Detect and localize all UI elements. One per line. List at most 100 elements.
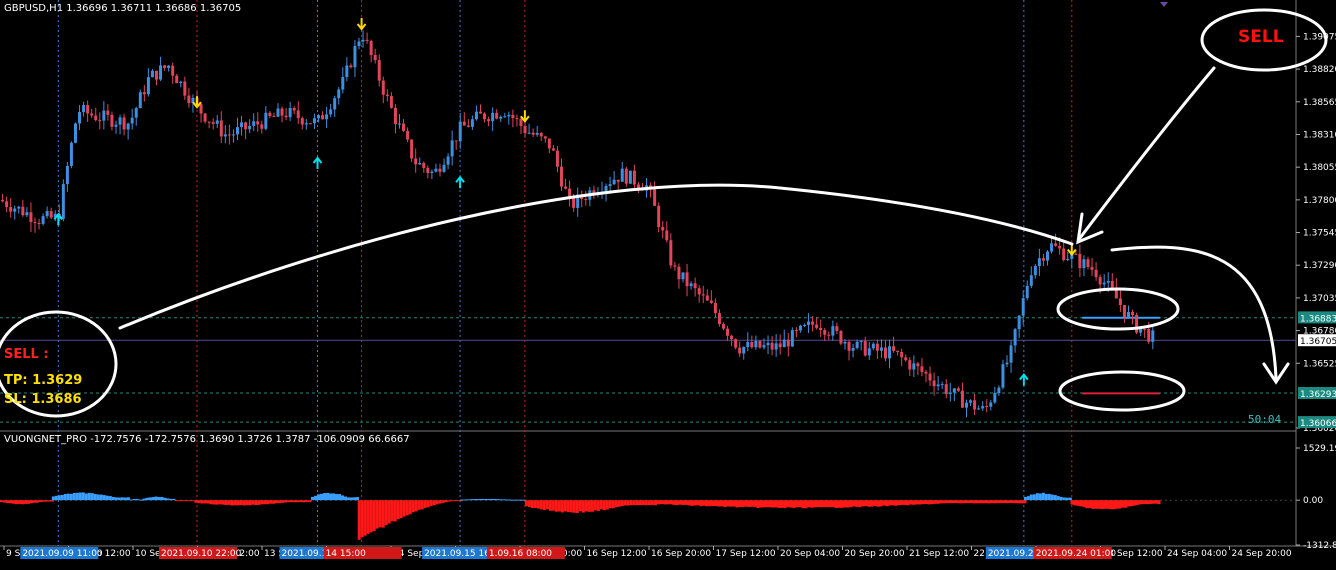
candle-body[interactable] [936,384,940,387]
candle-body[interactable] [65,165,69,185]
candle-body[interactable] [434,168,438,172]
candle-body[interactable] [211,122,215,124]
candle-body[interactable] [361,39,365,42]
candle-body[interactable] [904,357,908,361]
candle-body[interactable] [928,373,932,381]
candle-body[interactable] [871,343,875,349]
candle-body[interactable] [1090,267,1094,270]
candle-body[interactable] [568,188,572,198]
candle-body[interactable] [90,113,94,116]
candle-body[interactable] [1143,328,1147,330]
candle-body[interactable] [268,112,272,116]
candle-body[interactable] [551,148,555,151]
candle-body[interactable] [847,341,851,351]
candle-body[interactable] [1033,266,1037,276]
candle-body[interactable] [134,108,138,118]
candle-body[interactable] [770,342,774,350]
candle-body[interactable] [248,125,252,130]
candle-body[interactable] [956,388,960,391]
candle-body[interactable] [114,124,118,127]
candle-body[interactable] [410,139,414,159]
candle-body[interactable] [572,197,576,208]
candle-body[interactable] [778,343,782,348]
candle-body[interactable] [762,345,766,348]
candle-body[interactable] [491,112,495,122]
candle-body[interactable] [665,230,669,241]
candle-body[interactable] [341,77,345,90]
candle-body[interactable] [632,170,636,185]
candle-body[interactable] [381,80,385,95]
candle-body[interactable] [430,171,434,173]
candle-body[interactable] [183,81,187,96]
candle-body[interactable] [349,65,353,68]
candle-body[interactable] [677,266,681,280]
candle-body[interactable] [138,92,142,109]
candle-body[interactable] [1078,253,1082,269]
candle-body[interactable] [466,125,470,127]
candle-body[interactable] [438,168,442,172]
candle-body[interactable] [681,272,685,280]
candle-body[interactable] [916,363,920,367]
candle-body[interactable] [1074,253,1078,255]
candle-body[interactable] [1086,259,1090,268]
candle-body[interactable] [774,343,778,350]
candle-body[interactable] [863,340,867,356]
candle-body[interactable] [377,60,381,81]
candle-body[interactable] [802,324,806,326]
candle-body[interactable] [280,108,284,116]
candle-body[interactable] [973,400,977,410]
candle-body[interactable] [721,324,725,329]
candle-body[interactable] [782,339,786,348]
candle-body[interactable] [73,123,77,143]
candle-body[interactable] [717,313,721,325]
candle-body[interactable] [855,341,859,348]
candle-body[interactable] [924,371,928,374]
candle-body[interactable] [61,184,65,219]
candle-body[interactable] [163,65,167,68]
candle-body[interactable] [1098,277,1102,285]
candle-body[interactable] [235,127,239,135]
candle-body[interactable] [685,272,689,287]
candle-body[interactable] [920,366,924,372]
candle-body[interactable] [701,294,705,296]
candle-body[interactable] [977,408,981,410]
candle-body[interactable] [369,40,373,56]
candle-body[interactable] [758,340,762,348]
candle-body[interactable] [819,327,823,331]
candle-body[interactable] [29,212,33,223]
candle-body[interactable] [219,120,223,137]
candle-body[interactable] [288,108,292,118]
candle-body[interactable] [495,112,499,119]
candle-body[interactable] [900,351,904,358]
candle-body[interactable] [1118,298,1122,306]
candle-body[interactable] [1106,280,1110,283]
candle-body[interactable] [37,222,41,224]
candle-body[interactable] [9,207,13,212]
candle-body[interactable] [523,126,527,134]
candle-body[interactable] [1135,314,1139,333]
candle-body[interactable] [547,138,551,149]
candle-body[interactable] [1094,269,1098,278]
candle-body[interactable] [175,75,179,84]
candle-body[interactable] [110,114,114,127]
candle-body[interactable] [454,140,458,142]
candle-body[interactable] [333,98,337,110]
candle-body[interactable] [21,206,25,216]
candle-body[interactable] [1102,282,1106,285]
candle-body[interactable] [742,347,746,354]
candle-body[interactable] [608,184,612,187]
candle-body[interactable] [790,330,794,347]
candle-body[interactable] [478,111,482,114]
candle-body[interactable] [1041,258,1045,261]
candle-body[interactable] [82,105,86,113]
candle-body[interactable] [470,119,474,127]
candle-body[interactable] [981,406,985,409]
candle-body[interactable] [867,348,871,356]
candle-body[interactable] [199,104,203,114]
candle-body[interactable] [304,123,308,125]
candle-body[interactable] [130,117,134,124]
candle-body[interactable] [422,162,426,168]
candle-body[interactable] [203,113,207,122]
candle-body[interactable] [458,121,462,142]
candle-body[interactable] [851,347,855,351]
